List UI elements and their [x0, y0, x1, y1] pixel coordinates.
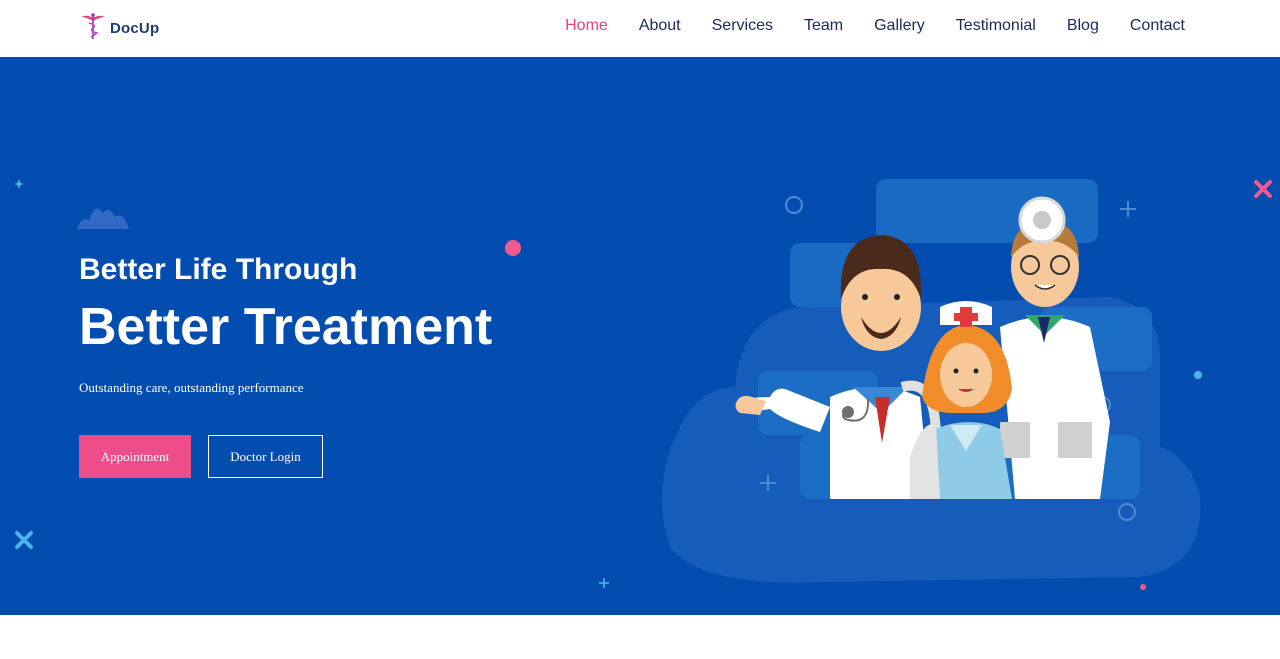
star-decoration-icon — [14, 179, 24, 189]
medical-team-illustration — [662, 179, 1201, 583]
logo[interactable]: DocUp — [78, 11, 160, 46]
site-header: DocUp Home About Services Team Gallery T… — [0, 0, 1280, 57]
section-divider — [0, 615, 1280, 659]
hero-headline: Better Treatment — [79, 298, 493, 356]
brand-name: DocUp — [110, 19, 160, 37]
nav-home[interactable]: Home — [565, 16, 608, 36]
appointment-button[interactable]: Appointment — [79, 435, 191, 478]
hero-tagline: Outstanding care, outstanding performanc… — [79, 380, 304, 395]
nav-testimonial[interactable]: Testimonial — [956, 16, 1036, 36]
plus-decoration-icon — [599, 578, 609, 588]
cross-decoration-icon — [15, 531, 33, 549]
nav-about[interactable]: About — [639, 16, 681, 36]
main-nav: Home About Services Team Gallery Testimo… — [534, 16, 1185, 36]
nav-team[interactable]: Team — [804, 16, 843, 36]
nav-gallery[interactable]: Gallery — [874, 16, 925, 36]
pink-cross-decoration-icon — [1254, 180, 1272, 198]
caduceus-icon — [78, 11, 108, 46]
hero-section: Better Life Through Better Treatment Out… — [0, 57, 1280, 615]
hill-decoration-icon — [77, 208, 129, 229]
hero-eyebrow: Better Life Through — [79, 253, 358, 286]
doctor-login-button[interactable]: Doctor Login — [208, 435, 323, 478]
nav-contact[interactable]: Contact — [1130, 16, 1185, 36]
nav-blog[interactable]: Blog — [1067, 16, 1099, 36]
nav-services[interactable]: Services — [712, 16, 773, 36]
pink-dot-decoration-icon — [505, 240, 521, 256]
